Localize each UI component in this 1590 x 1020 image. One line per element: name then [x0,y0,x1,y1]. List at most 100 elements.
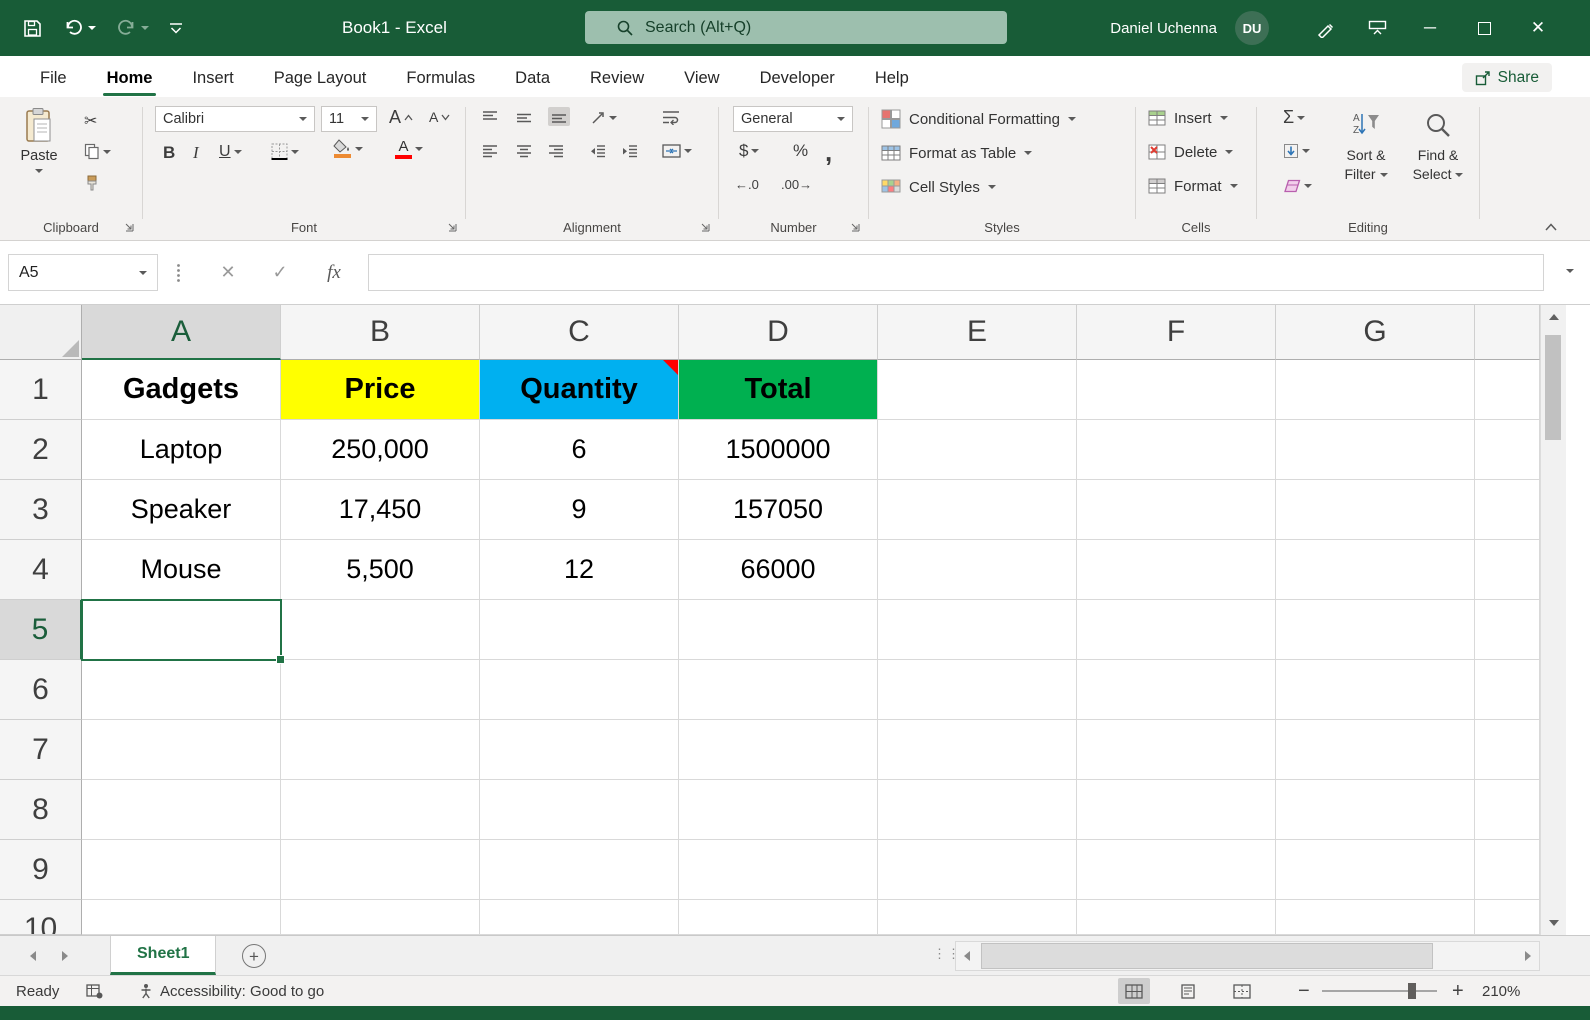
percent-style-button[interactable]: % [793,141,808,161]
bottom-align-button[interactable] [548,107,570,126]
insert-cells-button[interactable]: Insert [1148,109,1228,127]
row-header-8[interactable]: 8 [0,780,82,840]
col-header-C[interactable]: C [480,305,679,360]
insert-dropdown-icon[interactable] [1220,116,1228,120]
alignment-dialog-launcher[interactable] [699,221,711,233]
font-name-combo[interactable]: Calibri [155,106,315,132]
col-header-A[interactable]: A [82,305,281,360]
cell[interactable] [679,840,878,900]
cell-C1[interactable]: Quantity [480,360,679,420]
vertical-scrollbar-thumb[interactable] [1545,335,1561,440]
share-button[interactable]: Share [1462,63,1552,92]
cell[interactable] [1077,660,1276,720]
cell-A8[interactable] [82,780,281,840]
cell-A10[interactable] [82,900,281,935]
cell[interactable] [878,660,1077,720]
macro-record-button[interactable] [86,976,103,1006]
cell-E2[interactable] [878,420,1077,480]
col-header-D[interactable]: D [679,305,878,360]
cell[interactable] [679,660,878,720]
row-header-7[interactable]: 7 [0,720,82,780]
cell-B4[interactable]: 5,500 [281,540,480,600]
zoom-in-button[interactable]: + [1452,976,1464,1006]
cell[interactable] [1475,900,1540,935]
row-header-2[interactable]: 2 [0,420,82,480]
avatar[interactable]: DU [1235,11,1269,45]
cell-E4[interactable] [878,540,1077,600]
cell-styles-dropdown-icon[interactable] [988,185,996,189]
number-format-combo[interactable]: General [733,106,853,132]
wrap-text-button[interactable] [662,110,680,125]
accessibility-button[interactable] [138,976,154,1006]
cell[interactable] [480,900,679,935]
row-header-10[interactable]: 10 [0,900,82,935]
zoom-level[interactable]: 210% [1482,976,1520,1006]
cut-button[interactable]: ✂ [84,111,97,131]
font-size-dropdown-icon[interactable] [361,117,369,121]
cell[interactable] [679,780,878,840]
cell-D3[interactable]: 157050 [679,480,878,540]
conditional-formatting-button[interactable]: Conditional Formatting [881,109,1076,129]
tab-view[interactable]: View [664,59,739,97]
borders-dropdown-icon[interactable] [291,150,299,154]
fill-button[interactable] [1283,143,1310,159]
fill-handle[interactable] [276,655,285,664]
cell[interactable] [1475,780,1540,840]
cell[interactable] [1276,780,1475,840]
cancel-button[interactable]: ✕ [206,254,250,291]
cell-G4[interactable] [1276,540,1475,600]
scroll-up-icon[interactable] [1549,314,1559,320]
undo-dropdown-icon[interactable] [88,26,96,30]
fill-color-button[interactable] [333,139,363,158]
sort-filter-button[interactable]: AZ Sort & Filter [1333,111,1399,184]
tab-data[interactable]: Data [495,59,570,97]
cell-G5[interactable] [1276,600,1475,660]
number-format-dropdown-icon[interactable] [837,117,845,121]
format-painter-button[interactable] [84,175,100,192]
underline-button[interactable]: U [219,143,242,161]
autosum-dropdown-icon[interactable] [1297,116,1305,120]
horizontal-scrollbar[interactable] [955,941,1540,971]
page-break-preview-button[interactable] [1226,978,1258,1004]
cell[interactable] [1077,900,1276,935]
tab-insert[interactable]: Insert [172,59,253,97]
maximize-button[interactable] [1457,0,1511,56]
cell-F4[interactable] [1077,540,1276,600]
cell[interactable] [1475,480,1540,540]
horizontal-scrollbar-thumb[interactable] [981,943,1433,969]
search-bar[interactable]: Search (Alt+Q) [585,11,1007,44]
cell-A9[interactable] [82,840,281,900]
decrease-font-size-button[interactable]: A [429,109,450,125]
paste-dropdown-icon[interactable] [35,169,43,173]
expand-formula-bar-icon[interactable] [1566,269,1574,273]
tab-file[interactable]: File [20,59,87,97]
comma-style-button[interactable]: , [825,137,832,168]
cell-B1[interactable]: Price [281,360,480,420]
cell-D5[interactable] [679,600,878,660]
middle-align-button[interactable] [516,110,532,125]
sort-filter-dropdown-icon[interactable] [1380,173,1388,177]
next-sheet-icon[interactable] [62,951,68,961]
cell-A4[interactable]: Mouse [82,540,281,600]
bold-button[interactable]: B [163,143,175,163]
zoom-slider-track[interactable] [1322,990,1437,992]
cell-E3[interactable] [878,480,1077,540]
cell[interactable] [679,720,878,780]
cell[interactable] [1077,780,1276,840]
cell-C2[interactable]: 6 [480,420,679,480]
insert-function-button[interactable]: fx [312,254,356,291]
paste-button[interactable]: Paste [10,105,68,215]
row-header-3[interactable]: 3 [0,480,82,540]
redo-dropdown-icon[interactable] [141,26,149,30]
orientation-button[interactable] [590,110,617,125]
cell[interactable] [878,840,1077,900]
cell[interactable] [1276,660,1475,720]
cell-G1[interactable] [1276,360,1475,420]
conditional-formatting-dropdown-icon[interactable] [1068,117,1076,121]
copy-button[interactable] [84,143,111,160]
sheet-tab-active[interactable]: Sheet1 [110,936,216,975]
merge-center-button[interactable] [662,144,692,158]
cell[interactable] [1475,660,1540,720]
undo-button[interactable] [63,19,96,37]
format-as-table-button[interactable]: Format as Table [881,143,1032,163]
